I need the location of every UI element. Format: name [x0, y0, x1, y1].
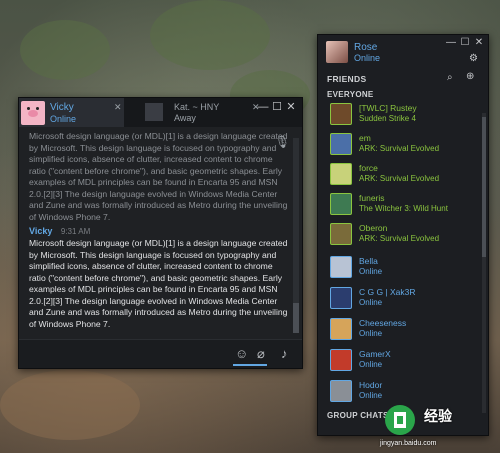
user-name[interactable]: Rose: [354, 42, 377, 53]
avatar: [21, 101, 45, 125]
avatar: [331, 104, 351, 124]
chat-window: Vicky Online ✕ Kat. ~ HNY Away ✕ — ☐ ✕ Mic…: [18, 97, 303, 369]
minimize-icon[interactable]: —: [444, 37, 458, 48]
avatar: [331, 134, 351, 154]
friend-item[interactable]: funeris The Witcher 3: Wild Hunt: [318, 191, 488, 219]
friend-name: Cheeseness: [359, 318, 407, 328]
friend-name: [TWLC] Rustey: [359, 103, 417, 113]
message-time: 9:31 AM: [60, 227, 91, 236]
friend-status: Online: [359, 329, 383, 338]
avatar: [331, 350, 351, 370]
friend-item[interactable]: Cheeseness Online: [318, 316, 488, 344]
friend-name: C G G | Xak3R: [359, 287, 416, 297]
friend-status: Online: [359, 391, 383, 400]
scrollbar[interactable]: [293, 138, 299, 333]
group-header-everyone[interactable]: EVERYONE: [327, 90, 374, 99]
paperclip-icon[interactable]: ⌀: [257, 346, 265, 362]
friend-item[interactable]: force ARK: Survival Evolved: [318, 161, 488, 189]
friend-name: em: [359, 133, 371, 143]
window-controls: — ☐ ✕: [256, 100, 298, 113]
friend-name: Bella: [359, 256, 378, 266]
avatar: [331, 381, 351, 401]
avatar: [331, 224, 351, 244]
previous-message: Microsoft design language (or MDL)[1] is…: [29, 131, 288, 222]
scrollbar-thumb[interactable]: [482, 117, 486, 257]
friend-item[interactable]: Bella Online: [318, 254, 488, 282]
friend-status: Online: [359, 360, 383, 369]
message-history: Microsoft design language (or MDL)[1] is…: [29, 131, 291, 331]
friends-header: Rose Online — ☐ ✕ ⚙: [318, 35, 488, 67]
friend-name: force: [359, 163, 378, 173]
friend-status: The Witcher 3: Wild Hunt: [359, 204, 448, 213]
close-icon[interactable]: ✕: [114, 102, 122, 113]
avatar-snout: [28, 110, 38, 117]
friend-name: funeris: [359, 193, 385, 203]
friend-status: ARK: Survival Evolved: [359, 144, 440, 153]
friend-status: Online: [359, 267, 383, 276]
chat-tab-name: Vicky: [50, 102, 74, 113]
maximize-icon[interactable]: ☐: [270, 100, 284, 113]
avatar-eye: [36, 107, 39, 110]
microphone-icon[interactable]: ♪: [281, 346, 288, 361]
scrollbar-thumb[interactable]: [293, 303, 299, 333]
friend-status: Sudden Strike 4: [359, 114, 416, 123]
watermark: 经验 jingyan.baidu.com: [380, 402, 498, 450]
gear-icon[interactable]: ⚙: [469, 53, 478, 64]
message-text: Microsoft design language (or MDL)[1] is…: [29, 238, 288, 329]
background-foliage: [0, 370, 140, 440]
friends-title: FRIENDS: [327, 74, 367, 84]
emoji-icon[interactable]: ☺: [235, 346, 248, 361]
background-foliage: [150, 0, 270, 70]
input-focus-underline: [233, 364, 267, 366]
watermark-logo-icon: [385, 405, 415, 435]
window-controls: — ☐ ✕: [444, 37, 486, 48]
message-header: Vicky 9:31 AM: [29, 226, 291, 236]
search-icon[interactable]: ⌕: [447, 72, 453, 83]
chat-tab-name[interactable]: Kat. ~ HNY: [174, 102, 219, 112]
watermark-url: jingyan.baidu.com: [380, 440, 437, 447]
friend-name: Hodor: [359, 380, 383, 390]
avatar: [331, 288, 351, 308]
friend-status: ARK: Survival Evolved: [359, 174, 440, 183]
avatar: [331, 257, 351, 277]
avatar[interactable]: [326, 41, 348, 63]
avatar: [331, 319, 351, 339]
avatar: [145, 103, 163, 121]
friend-item[interactable]: GamerX Online: [318, 347, 488, 375]
scrollbar[interactable]: [482, 113, 486, 413]
background-foliage: [20, 20, 110, 80]
friend-item[interactable]: em ARK: Survival Evolved: [318, 131, 488, 159]
friend-item[interactable]: [TWLC] Rustey Sudden Strike 4: [318, 101, 488, 129]
close-icon[interactable]: ✕: [472, 37, 486, 48]
avatar: [331, 194, 351, 214]
friend-status: ARK: Survival Evolved: [359, 234, 440, 243]
minimize-icon[interactable]: —: [256, 101, 270, 113]
friend-item[interactable]: Oberon ARK: Survival Evolved: [318, 221, 488, 249]
friend-name: Oberon: [359, 223, 388, 233]
chat-input-bar[interactable]: ☺ ⌀ ♪: [19, 339, 302, 368]
chat-tab-status: Away: [174, 113, 196, 123]
maximize-icon[interactable]: ☐: [458, 37, 472, 48]
chat-tab-bar: Vicky Online ✕ Kat. ~ HNY Away ✕ — ☐ ✕: [19, 98, 302, 127]
avatar: [331, 164, 351, 184]
user-status: Online: [354, 53, 381, 63]
message-sender: Vicky: [29, 226, 53, 236]
add-friend-icon[interactable]: ⊕: [466, 71, 474, 82]
chat-tab-vicky[interactable]: Vicky Online ✕: [19, 98, 124, 127]
friend-status: Online: [359, 298, 383, 307]
watermark-text: 经验: [424, 408, 452, 424]
friends-list-window: Rose Online — ☐ ✕ ⚙ FRIENDS ⌕ ⊕ EVERYONE […: [317, 34, 489, 436]
microphone-icon[interactable]: 🎙: [275, 135, 290, 149]
close-icon[interactable]: ✕: [284, 100, 298, 113]
friend-item[interactable]: C G G | Xak3R Online: [318, 285, 488, 313]
friend-name: GamerX: [359, 349, 391, 359]
chat-tab-status: Online: [50, 114, 77, 124]
